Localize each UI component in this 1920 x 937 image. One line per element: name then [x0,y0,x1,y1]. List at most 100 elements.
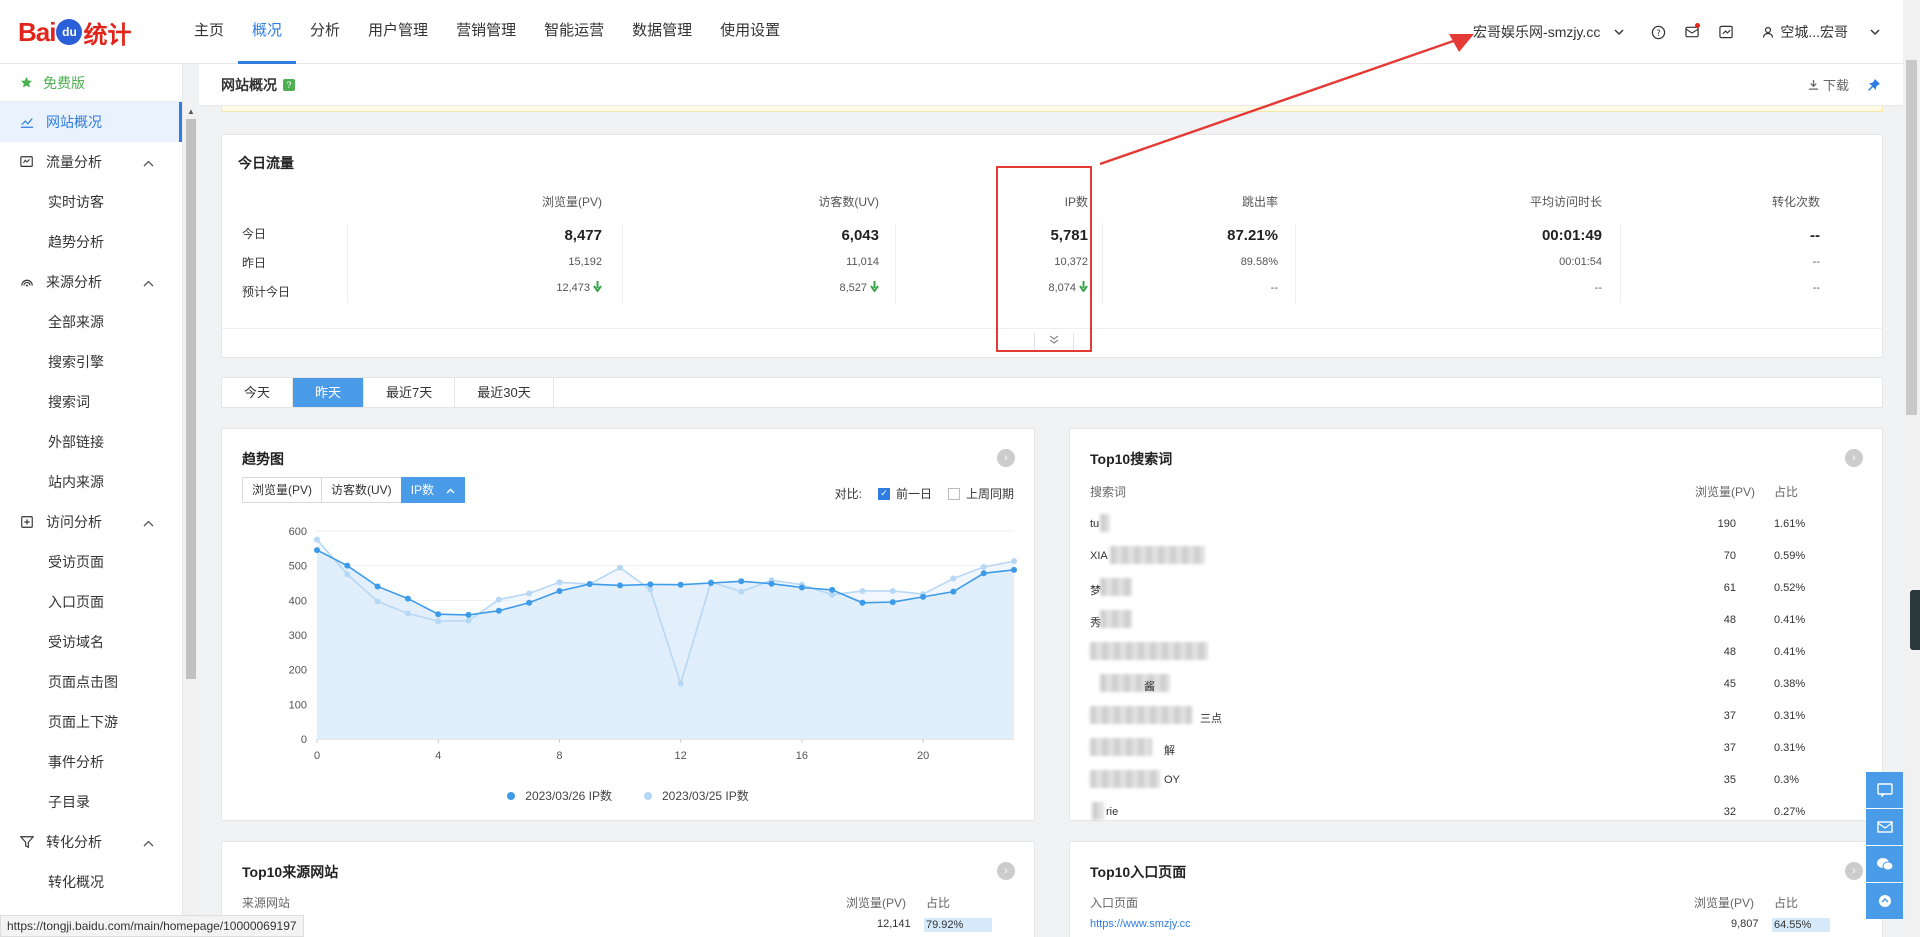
table-row[interactable]: 酱 45 0.38% [1070,672,1882,704]
data-point-1-2[interactable] [374,598,381,605]
data-point-1-4[interactable] [435,618,442,625]
date-tab-0[interactable]: 今天 [222,378,294,407]
message-icon[interactable] [1682,22,1702,42]
date-tab-3[interactable]: 最近30天 [455,378,554,407]
feedback-icon[interactable] [1866,772,1904,808]
data-point-0-8[interactable] [556,587,563,594]
nav-item-5[interactable]: 智能运营 [530,0,618,64]
sidebar-item-17[interactable]: 子目录 [0,782,182,822]
nav-item-3[interactable]: 用户管理 [354,0,442,64]
compare-checkbox-1[interactable] [947,487,960,500]
user-menu[interactable]: 空城...宏哥 [1762,22,1880,42]
data-point-0-14[interactable] [738,578,745,585]
nav-item-0[interactable]: 主页 [180,0,238,64]
more-arrow-icon[interactable]: › [997,862,1015,880]
metric-tab-1[interactable]: 访客数(UV) [321,477,402,503]
scroll-up-arrow[interactable]: ▲ [187,107,195,116]
data-point-1-11[interactable] [647,586,654,593]
sidebar-item-12[interactable]: 入口页面 [0,582,182,622]
data-point-0-17[interactable] [829,586,836,593]
table-row[interactable]: OY 35 0.3% [1070,768,1882,800]
data-point-1-22[interactable] [980,564,987,571]
sidebar-item-3[interactable]: 趋势分析 [0,222,182,262]
sidebar-item-10[interactable]: 访问分析 [0,502,182,542]
nav-item-7[interactable]: 使用设置 [706,0,794,64]
table-row[interactable]: rie 32 0.27% [1070,800,1882,832]
data-point-0-3[interactable] [404,595,411,602]
data-point-1-21[interactable] [950,575,957,582]
data-point-1-14[interactable] [738,588,745,595]
compare-checkbox-0[interactable]: ✓ [877,487,890,500]
sidebar-item-15[interactable]: 页面上下游 [0,702,182,742]
data-point-0-2[interactable] [374,583,381,590]
legend-item-0[interactable]: 2023/03/26 IP数 [507,787,612,804]
sidebar-item-0[interactable]: 网站概况 [0,102,182,142]
data-point-1-18[interactable] [859,587,866,594]
search-keyword[interactable]: OY [1164,774,1180,786]
wechat-icon[interactable] [1866,846,1904,882]
scrollbar-thumb[interactable] [186,119,196,679]
data-point-0-0[interactable] [314,547,320,554]
table-row[interactable]: 48 0.41% [1070,640,1882,672]
more-arrow-icon[interactable]: › [997,449,1015,467]
data-point-0-9[interactable] [586,581,593,588]
data-point-1-19[interactable] [889,587,896,594]
data-point-0-1[interactable] [344,562,351,569]
sidebar-item-9[interactable]: 站内来源 [0,462,182,502]
data-point-1-0[interactable] [314,536,320,543]
sidebar-item-6[interactable]: 搜索引擎 [0,342,182,382]
sidebar-item-14[interactable]: 页面点击图 [0,662,182,702]
sidebar-item-4[interactable]: 来源分析 [0,262,182,302]
data-point-0-20[interactable] [920,593,927,600]
nav-item-4[interactable]: 营销管理 [442,0,530,64]
data-point-1-1[interactable] [344,571,351,578]
sidebar-item-2[interactable]: 实时访客 [0,182,182,222]
data-point-0-12[interactable] [677,581,684,588]
data-point-1-7[interactable] [526,590,533,597]
site-selector[interactable]: 宏哥娱乐网-smzjy.cc [1473,22,1624,42]
scrollbar-thumb[interactable] [1906,60,1917,415]
report-icon[interactable] [1716,22,1736,42]
data-point-0-5[interactable] [465,611,472,618]
data-point-1-23[interactable] [1011,558,1017,565]
data-point-0-4[interactable] [435,611,442,618]
data-point-0-18[interactable] [859,599,866,606]
sidebar-item-13[interactable]: 受访域名 [0,622,182,662]
back-to-top-icon[interactable] [1866,883,1904,919]
sidebar-item-5[interactable]: 全部来源 [0,302,182,342]
data-point-1-10[interactable] [617,564,624,571]
side-handle[interactable] [1910,590,1920,650]
data-point-0-13[interactable] [707,580,714,586]
data-point-0-15[interactable] [768,580,775,587]
search-keyword[interactable]: 酱 [1144,678,1155,694]
table-row[interactable]: XIA 70 0.59% [1070,544,1882,576]
plan-badge[interactable]: 免费版 [0,64,182,102]
search-keyword[interactable]: 梦 [1090,582,1101,598]
search-keyword[interactable]: tu [1090,518,1099,530]
sidebar-item-18[interactable]: 转化分析 [0,822,182,862]
search-keyword[interactable]: rie [1106,806,1118,818]
more-arrow-icon[interactable]: › [1845,862,1863,880]
data-point-0-19[interactable] [889,599,896,606]
table-row[interactable]: tu 190 1.61% [1070,512,1882,544]
legend-item-1[interactable]: 2023/03/25 IP数 [644,787,749,804]
data-point-1-5[interactable] [465,617,472,624]
table-row[interactable]: 解 37 0.31% [1070,736,1882,768]
sidebar-item-19[interactable]: 转化概况 [0,862,182,902]
date-tab-1[interactable]: 昨天 [293,378,365,407]
data-point-0-23[interactable] [1011,566,1017,573]
table-row[interactable]: 秀 48 0.41% [1070,608,1882,640]
data-point-0-22[interactable] [980,570,987,577]
data-point-1-3[interactable] [404,610,411,617]
pin-icon[interactable] [1867,78,1881,92]
data-point-0-7[interactable] [526,599,533,606]
more-arrow-icon[interactable]: › [1845,449,1863,467]
nav-item-6[interactable]: 数据管理 [618,0,706,64]
metric-tab-2[interactable]: IP数 [400,477,466,503]
data-point-0-10[interactable] [617,582,624,589]
table-row[interactable]: 三点 37 0.31% [1070,704,1882,736]
entry-url-link[interactable]: https://www.smzjy.cc [1090,918,1191,930]
sidebar-item-8[interactable]: 外部链接 [0,422,182,462]
table-row[interactable]: 梦 61 0.52% [1070,576,1882,608]
metric-tab-0[interactable]: 浏览量(PV) [242,477,323,503]
